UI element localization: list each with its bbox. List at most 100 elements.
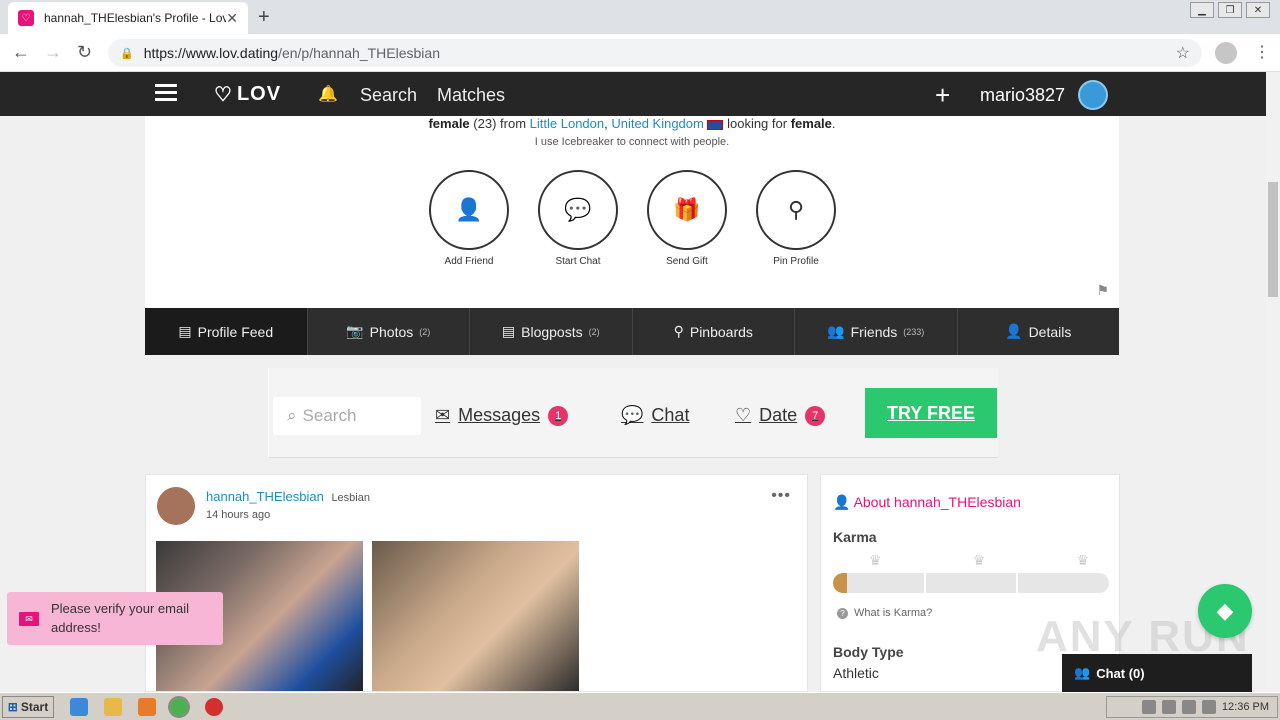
site-logo[interactable]: ♡ LOV <box>214 82 281 107</box>
pin-profile-button[interactable]: ⚲ Pin Profile <box>756 170 836 267</box>
feed-icon: ▤ <box>178 323 192 339</box>
about-title: 👤 About hannah_THElesbian <box>833 494 1021 511</box>
minimize-button[interactable]: ▁ <box>1190 2 1214 18</box>
tab-pinboards[interactable]: ⚲ Pinboards <box>633 308 795 355</box>
tray-arrow-icon[interactable] <box>1141 700 1156 714</box>
tab-details[interactable]: 👤 Details <box>958 308 1120 355</box>
tab-friends[interactable]: 👥 Friends (233) <box>795 308 958 355</box>
post-photo-2[interactable] <box>372 541 579 691</box>
karma-label: Karma <box>833 529 877 545</box>
report-flag-icon[interactable]: ⚑ <box>1096 282 1109 299</box>
post-author-avatar[interactable] <box>157 487 195 525</box>
chat-bar-label: Chat (0) <box>1096 665 1145 681</box>
back-icon[interactable]: ← <box>12 42 30 63</box>
close-window-button[interactable]: ✕ <box>1246 2 1270 18</box>
promo-search-input[interactable]: ⌕ Search <box>273 397 421 435</box>
flag-icon[interactable] <box>1201 700 1216 714</box>
user-avatar[interactable] <box>1078 80 1108 110</box>
username[interactable]: mario3827 <box>980 85 1065 106</box>
add-friend-button[interactable]: 👤 Add Friend <box>429 170 509 267</box>
search-placeholder: Search <box>302 406 357 425</box>
url-host: https://www.lov.dating <box>143 45 279 61</box>
blog-icon: ▤ <box>501 323 516 339</box>
add-friend-icon: 👤 <box>429 170 509 250</box>
ie-icon[interactable] <box>70 698 88 716</box>
chrome-icon[interactable] <box>168 696 190 718</box>
profile-city-link[interactable]: Little London <box>530 116 604 131</box>
clock[interactable]: 12:36 PM <box>1222 701 1269 713</box>
browser-tab[interactable]: ♡ hannah_THElesbian's Profile - Lov ✕ <box>8 2 248 34</box>
body-type-value: Athletic <box>833 665 879 681</box>
heart-icon: ♡ <box>735 405 752 425</box>
friends-icon: 👥 <box>827 323 845 339</box>
tab-label: Friends <box>850 323 898 340</box>
looking-text: looking for <box>727 116 788 131</box>
diamond-icon[interactable]: ◆ <box>1198 584 1252 638</box>
crown-icon: ♛ <box>1076 552 1089 568</box>
gift-icon: 🎁 <box>647 170 727 250</box>
system-tray: 12:36 PM <box>1106 696 1278 718</box>
browser-menu-icon[interactable]: ⋮ <box>1254 42 1270 62</box>
crown-icon: ♛ <box>869 552 882 568</box>
toast-text: Please verify your email address! <box>51 600 189 635</box>
page-scrollbar[interactable] <box>1266 72 1280 692</box>
try-free-button[interactable]: TRY FREE <box>865 388 997 438</box>
os-taskbar: ⊞ Start 12:36 PM <box>0 692 1280 720</box>
send-gift-label: Send Gift <box>666 256 708 267</box>
tab-label: Photos <box>369 323 414 340</box>
tab-profile-feed[interactable]: ▤ Profile Feed <box>145 308 308 355</box>
url-path: /en/p/hannah_THElesbian <box>278 45 440 61</box>
volume-icon[interactable] <box>1161 700 1176 714</box>
plus-icon[interactable]: + <box>935 80 950 111</box>
search-icon: ⌕ <box>287 406 297 425</box>
nav-matches[interactable]: Matches <box>437 85 505 106</box>
folder-icon[interactable] <box>104 698 122 716</box>
site-header: ♡ LOV 🔔 Search Matches + mario3827 <box>0 72 1266 116</box>
chat-link[interactable]: 💬 Chat <box>621 405 689 426</box>
tab-label: Pinboards <box>689 323 753 340</box>
karma-help-text: What is Karma? <box>854 607 933 619</box>
chat-bar[interactable]: 👥 Chat (0) <box>1062 654 1252 692</box>
reload-icon[interactable]: ↻ <box>77 42 92 63</box>
hamburger-menu-icon[interactable] <box>155 84 177 102</box>
tab-label: Blogposts <box>521 323 583 340</box>
messages-link[interactable]: ✉ Messages 1 <box>435 405 569 426</box>
browser-tab-strip: ♡ hannah_THElesbian's Profile - Lov ✕ + … <box>0 0 1280 34</box>
karma-help-link[interactable]: ? What is Karma? <box>837 607 932 619</box>
friends-icon: 👥 <box>1074 665 1091 680</box>
bookmark-star-icon[interactable]: ☆ <box>1176 43 1190 63</box>
maximize-button[interactable]: ❐ <box>1218 2 1242 18</box>
logo-text: LOV <box>236 83 282 105</box>
forward-icon[interactable]: → <box>44 42 62 63</box>
windows-logo-icon: ⊞ <box>7 700 18 714</box>
profile-age: (23) from <box>473 116 527 131</box>
send-gift-button[interactable]: 🎁 Send Gift <box>647 170 727 267</box>
nav-search[interactable]: Search <box>360 85 417 106</box>
start-button[interactable]: ⊞ Start <box>2 696 54 718</box>
browser-profile-icon[interactable] <box>1215 42 1237 64</box>
post-author-link[interactable]: hannah_THElesbian <box>206 489 324 504</box>
profile-country-link[interactable]: United Kingdom <box>611 116 704 131</box>
new-tab-button[interactable]: + <box>258 6 270 29</box>
chat-bubble-icon: 💬 <box>621 405 644 425</box>
promo-bar: ⌕ Search ✉ Messages 1 💬 Chat ♡ Date 7 TR… <box>268 368 998 458</box>
tab-count: (2) <box>419 326 431 337</box>
post-author-line: hannah_THElesbian Lesbian <box>206 489 370 504</box>
user-icon: 👤 <box>833 494 851 510</box>
tab-blogposts[interactable]: ▤ Blogposts (2) <box>470 308 633 355</box>
media-player-icon[interactable] <box>138 698 156 716</box>
scrollbar-thumb[interactable] <box>1268 182 1278 297</box>
close-tab-icon[interactable]: ✕ <box>226 10 238 27</box>
security-icon[interactable] <box>205 698 223 716</box>
more-options-icon[interactable]: ••• <box>771 487 791 505</box>
network-icon[interactable] <box>1181 700 1196 714</box>
start-chat-button[interactable]: 💬 Start Chat <box>538 170 618 267</box>
date-link[interactable]: ♡ Date 7 <box>735 405 826 426</box>
browser-toolbar: ← → ↻ 🔒 https://www.lov.dating/en/p/hann… <box>0 34 1280 72</box>
tab-photos[interactable]: 📷 Photos (2) <box>308 308 470 355</box>
address-bar[interactable]: 🔒 https://www.lov.dating/en/p/hannah_THE… <box>108 39 1202 67</box>
start-label: Start <box>20 700 49 714</box>
bell-icon[interactable]: 🔔 <box>318 84 338 104</box>
verify-email-toast[interactable]: ✉ Please verify your email address! <box>7 592 223 645</box>
date-badge: 7 <box>805 405 826 426</box>
